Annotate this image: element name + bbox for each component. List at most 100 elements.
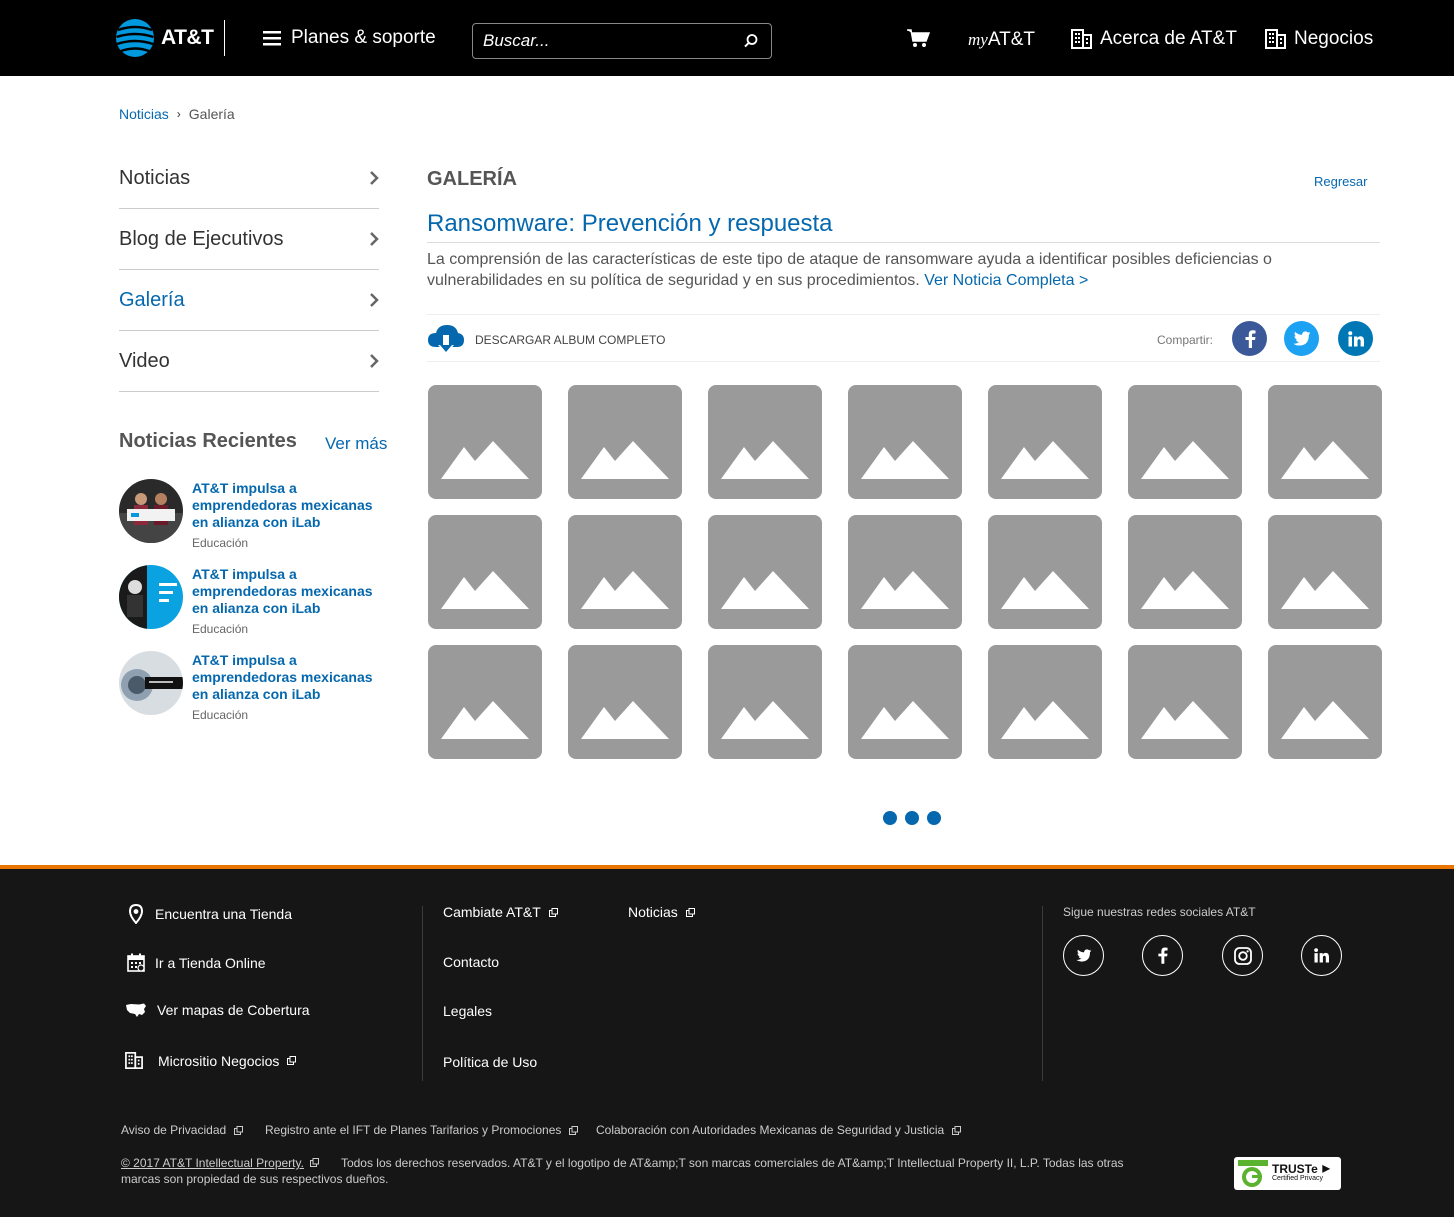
find-store-link[interactable]: Encuentra una Tienda [127,904,292,924]
breadcrumb-current: Galería [188,106,235,122]
header-divider [224,20,225,56]
pagination-dot[interactable] [905,811,919,825]
article-description: La comprensión de las características de… [427,249,1327,291]
pagination-dot[interactable] [883,811,897,825]
truste-seal-icon [1238,1159,1268,1188]
gallery-thumbnail[interactable] [988,385,1102,499]
news-thumbnail [119,479,183,543]
gallery-thumbnail[interactable] [988,645,1102,759]
gallery-thumbnail[interactable] [568,515,682,629]
gallery-thumbnail[interactable] [428,385,542,499]
linkedin-icon [1347,330,1364,346]
facebook-follow-button[interactable] [1142,935,1183,976]
usage-policy-link[interactable]: Política de Uso [443,1054,537,1070]
footer-link-label: Micrositio Negocios [158,1052,280,1069]
gallery-thumbnail[interactable] [1268,515,1382,629]
image-placeholder-icon [581,441,669,479]
myatt-link[interactable]: myAT&T [968,29,1035,51]
gallery-thumbnail[interactable] [1268,645,1382,759]
twitter-icon [1075,949,1091,962]
image-placeholder-icon [1001,701,1089,739]
image-placeholder-icon [1141,571,1229,609]
facebook-icon [1158,947,1168,964]
image-placeholder-icon [1281,571,1369,609]
business-label: Negocios [1294,28,1374,49]
coverage-map-link[interactable]: Ver mapas de Cobertura [125,1002,310,1018]
sidebar-nav: Noticias Blog de Ejecutivos Galería Vide… [119,148,379,392]
chevron-right-icon [370,293,379,307]
image-placeholder-icon [1281,701,1369,739]
pagination-dots [883,811,949,825]
download-album-button[interactable]: DESCARGAR ALBUM COMPLETO [427,323,666,356]
online-store-link[interactable]: Ir a Tienda Online [127,953,266,973]
gallery-thumbnail[interactable] [1128,645,1242,759]
gallery-grid [428,385,1388,760]
gallery-thumbnail[interactable] [1128,515,1242,629]
sidebar-item-label: Video [119,349,170,372]
att-logo[interactable]: AT&T [115,18,214,58]
news-title: AT&T impulsa a emprendedoras mexicanas e… [192,566,373,616]
linkedin-share-button[interactable] [1338,321,1373,356]
sidebar-item-galeria[interactable]: Galería [119,270,379,331]
authorities-collaboration-link[interactable]: Colaboración con Autoridades Mexicanas d… [596,1123,962,1137]
gallery-thumbnail[interactable] [1128,385,1242,499]
instagram-follow-button[interactable] [1222,935,1263,976]
copyright-link[interactable]: © 2017 AT&T Intellectual Property. [121,1156,304,1170]
gallery-thumbnail[interactable] [988,515,1102,629]
truste-badge[interactable]: TRUSTe ▸ Certified Privacy [1234,1157,1341,1190]
twitter-share-button[interactable] [1284,321,1319,356]
gallery-thumbnail[interactable] [848,385,962,499]
linkedin-follow-button[interactable] [1301,935,1342,976]
facebook-share-button[interactable] [1232,321,1267,356]
chevron-right-icon: › [176,107,181,121]
legal-link[interactable]: Legales [443,1003,492,1019]
gallery-thumbnail[interactable] [428,645,542,759]
breadcrumb-parent[interactable]: Noticias [119,106,169,122]
news-thumbnail [119,565,183,629]
cart-button[interactable] [906,28,931,53]
contact-link[interactable]: Contacto [443,954,499,970]
myatt-prefix: my [968,30,988,49]
ift-registry-link[interactable]: Registro ante el IFT de Planes Tarifario… [265,1123,579,1137]
pagination-dot[interactable] [927,811,941,825]
sidebar-item-noticias[interactable]: Noticias [119,148,379,209]
external-link-icon [569,1125,579,1135]
privacy-notice-link[interactable]: Aviso de Privacidad [121,1123,244,1137]
back-link[interactable]: Regresar [1314,174,1367,189]
cart-icon [907,29,931,47]
news-link[interactable]: Noticias [628,904,705,920]
gallery-thumbnail[interactable] [568,645,682,759]
gallery-thumbnail[interactable] [568,385,682,499]
gallery-thumbnail[interactable] [848,515,962,629]
gallery-thumbnail[interactable] [848,645,962,759]
menu-label: Planes & soporte [291,27,436,48]
search-input[interactable] [483,30,733,52]
gallery-thumbnail[interactable] [708,515,822,629]
see-more-link[interactable]: Ver más [325,434,387,454]
gallery-thumbnail[interactable] [708,645,822,759]
image-placeholder-icon [441,701,529,739]
image-placeholder-icon [861,571,949,609]
divider [427,242,1380,243]
about-link[interactable]: Acerca de AT&T [1071,28,1237,50]
hamburger-icon [263,30,281,45]
footer-divider [1042,906,1043,1081]
business-microsite-link[interactable]: Micrositio Negocios [124,1052,306,1069]
sidebar-item-video[interactable]: Video [119,331,379,392]
truste-text: TRUSTe ▸ Certified Privacy [1272,1159,1331,1182]
search-icon[interactable] [743,33,759,49]
divider [427,314,1380,315]
follow-label: Sigue nuestras redes sociales AT&T [1063,905,1256,919]
article-title[interactable]: Ransomware: Prevención y respuesta [427,210,833,238]
read-more-link[interactable]: Ver Noticia Completa > [924,272,1088,289]
footer: Encuentra una Tienda Ir a Tienda Online … [0,865,1454,1217]
plans-support-menu[interactable]: Planes & soporte [263,27,436,49]
twitter-follow-button[interactable] [1063,935,1104,976]
business-link[interactable]: Negocios [1265,28,1373,50]
cambiate-link[interactable]: Cambiate AT&T [443,904,568,920]
sidebar-item-blog[interactable]: Blog de Ejecutivos [119,209,379,270]
gallery-thumbnail[interactable] [428,515,542,629]
gallery-thumbnail[interactable] [1268,385,1382,499]
footer-link-label: Ir a Tienda Online [155,955,266,971]
gallery-thumbnail[interactable] [708,385,822,499]
